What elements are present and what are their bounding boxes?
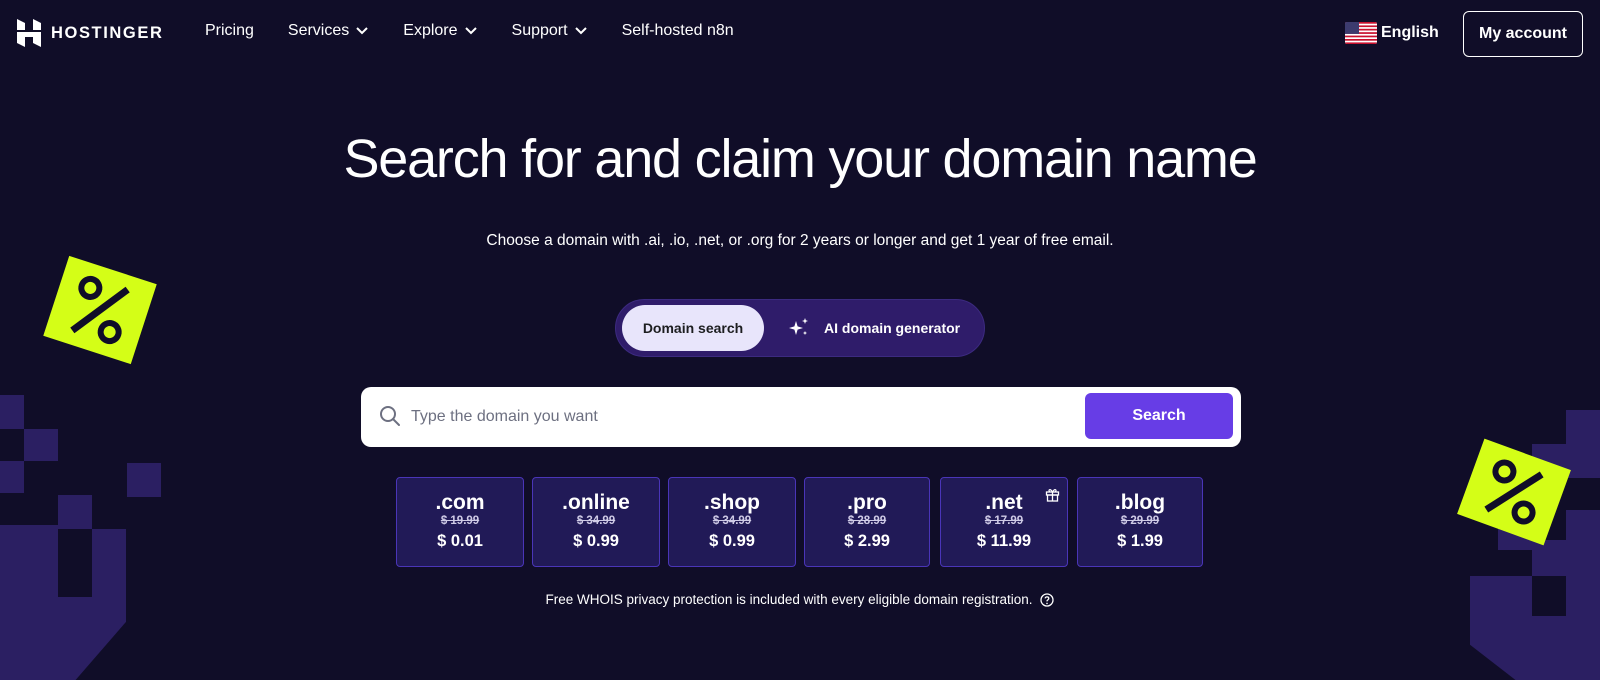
nav-links: Pricing Services Explore Support Self-ho…: [205, 22, 768, 40]
tld-name: .blog: [1114, 491, 1166, 514]
chevron-down-icon: [574, 27, 587, 35]
ai-generator-label: AI domain generator: [824, 320, 961, 336]
whois-footnote: Free WHOIS privacy protection is include…: [0, 592, 1600, 607]
nav-services-label: Services: [287, 22, 350, 39]
tld-price: $ 0.99: [709, 532, 755, 550]
nav-pricing-label: Pricing: [205, 22, 254, 39]
tld-old-price: $ 28.99: [847, 515, 887, 527]
domain-search-input[interactable]: [411, 395, 1031, 439]
tld-name: .shop: [704, 491, 760, 514]
page-subtitle: Choose a domain with .ai, .io, .net, or …: [486, 232, 1114, 249]
language-selector[interactable]: English: [1345, 22, 1439, 44]
hostinger-logo-icon: [17, 19, 41, 47]
tld-old-price: $ 34.99: [712, 515, 752, 527]
nav-pricing[interactable]: Pricing: [205, 22, 254, 40]
tld-card-com[interactable]: .com $ 19.99 $ 0.01: [396, 477, 524, 567]
top-navigation: HOSTINGER Pricing Services Explore Suppo…: [0, 0, 1600, 68]
search-icon: [380, 406, 400, 426]
tld-name: .net: [985, 491, 1023, 514]
nav-self-hosted-n8n[interactable]: Self-hosted n8n: [622, 22, 734, 40]
tld-card-online[interactable]: .online $ 34.99 $ 0.99: [532, 477, 660, 567]
percent-tag-icon: [1457, 438, 1571, 546]
tld-name: .pro: [847, 491, 887, 514]
nav-explore[interactable]: Explore: [403, 22, 477, 40]
chevron-down-icon: [464, 27, 477, 35]
brand-logo[interactable]: HOSTINGER: [17, 19, 164, 47]
tld-old-price: $ 34.99: [576, 515, 616, 527]
nav-explore-label: Explore: [403, 22, 458, 39]
tld-card-blog[interactable]: .blog $ 29.99 $ 1.99: [1077, 477, 1203, 567]
tld-price: $ 11.99: [976, 532, 1032, 550]
nav-support[interactable]: Support: [512, 22, 588, 40]
sparkle-icon: [789, 318, 808, 335]
tab-domain-search[interactable]: Domain search: [622, 305, 764, 351]
tld-price: $ 0.01: [437, 532, 483, 550]
tld-card-shop[interactable]: .shop $ 34.99 $ 0.99: [668, 477, 796, 567]
nav-n8n-label: Self-hosted n8n: [621, 22, 734, 39]
my-account-button[interactable]: My account: [1463, 11, 1583, 57]
tld-old-price: $ 17.99: [984, 515, 1024, 527]
help-icon[interactable]: [1040, 592, 1055, 607]
tld-price: $ 2.99: [844, 532, 890, 550]
search-mode-toggle: Domain search AI domain generator: [615, 299, 985, 357]
tld-old-price: $ 29.99: [1120, 515, 1160, 527]
tld-price: $ 0.99: [573, 532, 619, 550]
brand-name: HOSTINGER: [51, 23, 164, 42]
tld-name: .com: [435, 491, 485, 514]
tld-old-price: $ 19.99: [440, 515, 480, 527]
tld-card-net[interactable]: .net $ 17.99 $ 11.99: [940, 477, 1068, 567]
tab-ai-domain-generator[interactable]: AI domain generator: [788, 305, 960, 351]
us-flag-icon: [1345, 22, 1377, 44]
tld-name: .online: [562, 491, 630, 514]
tld-card-pro[interactable]: .pro $ 28.99 $ 2.99: [804, 477, 930, 567]
percent-tag-icon: [43, 255, 157, 365]
domain-search-bar: Search: [361, 387, 1241, 447]
language-label: English: [1381, 24, 1439, 41]
chevron-down-icon: [356, 27, 368, 35]
page-title: Search for and claim your domain name: [343, 129, 1257, 189]
pixel-decoration-left: [0, 395, 170, 680]
nav-support-label: Support: [511, 22, 568, 39]
search-button[interactable]: Search: [1085, 393, 1233, 439]
tld-price: $ 1.99: [1117, 532, 1163, 550]
whois-footnote-text: Free WHOIS privacy protection is include…: [545, 592, 1033, 607]
nav-services[interactable]: Services: [288, 22, 369, 40]
